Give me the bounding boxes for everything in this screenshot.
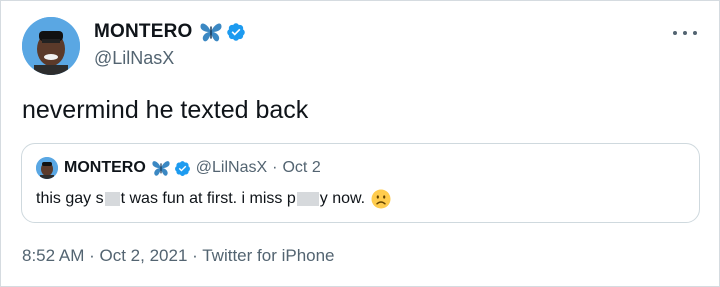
more-dot xyxy=(673,31,677,35)
tweet-card: MONTERO @LilNasX nevermind he texted bac… xyxy=(0,0,720,287)
tweet-text: nevermind he texted back xyxy=(22,96,309,124)
butterfly-icon xyxy=(152,161,170,176)
tweet-source[interactable]: Twitter for iPhone xyxy=(202,246,334,265)
censor-blur xyxy=(296,192,319,206)
more-dot xyxy=(693,31,697,35)
quoted-handle: @LilNasX xyxy=(195,159,268,176)
author-info: MONTERO @LilNasX xyxy=(94,18,246,69)
tweet-metadata: 8:52 AM · Oct 2, 2021 · Twitter for iPho… xyxy=(22,246,335,266)
quoted-display-name: MONTERO xyxy=(64,159,146,176)
more-dot xyxy=(683,31,687,35)
quoted-tweet[interactable]: MONTERO @LilNasX · Oct 2 this gay s t wa… xyxy=(21,143,700,223)
meta-separator: · xyxy=(192,246,198,265)
quoted-separator: · xyxy=(272,159,278,176)
quoted-text-part: this gay s xyxy=(36,190,104,207)
frowning-face-icon xyxy=(371,189,391,209)
avatar[interactable] xyxy=(22,17,80,75)
quoted-avatar[interactable] xyxy=(36,157,58,179)
handle[interactable]: @LilNasX xyxy=(94,48,246,69)
censor-blur xyxy=(104,192,120,206)
more-options-icon[interactable] xyxy=(673,25,697,41)
quoted-text-part: y now. xyxy=(319,190,366,207)
quoted-text-part: t was fun at first. i miss p xyxy=(120,190,296,207)
butterfly-icon xyxy=(199,23,222,42)
tweet-date[interactable]: Oct 2, 2021 xyxy=(100,246,188,265)
verified-icon xyxy=(226,23,245,41)
quoted-tweet-text: this gay s t was fun at first. i miss p … xyxy=(36,189,391,209)
meta-separator: · xyxy=(89,246,95,265)
quoted-tweet-header: MONTERO @LilNasX · Oct 2 xyxy=(36,157,321,179)
quoted-date[interactable]: Oct 2 xyxy=(282,159,320,177)
tweet-time[interactable]: 8:52 AM xyxy=(22,246,84,265)
name-row: MONTERO xyxy=(94,18,246,46)
display-name[interactable]: MONTERO xyxy=(94,21,193,43)
verified-icon xyxy=(174,160,190,176)
